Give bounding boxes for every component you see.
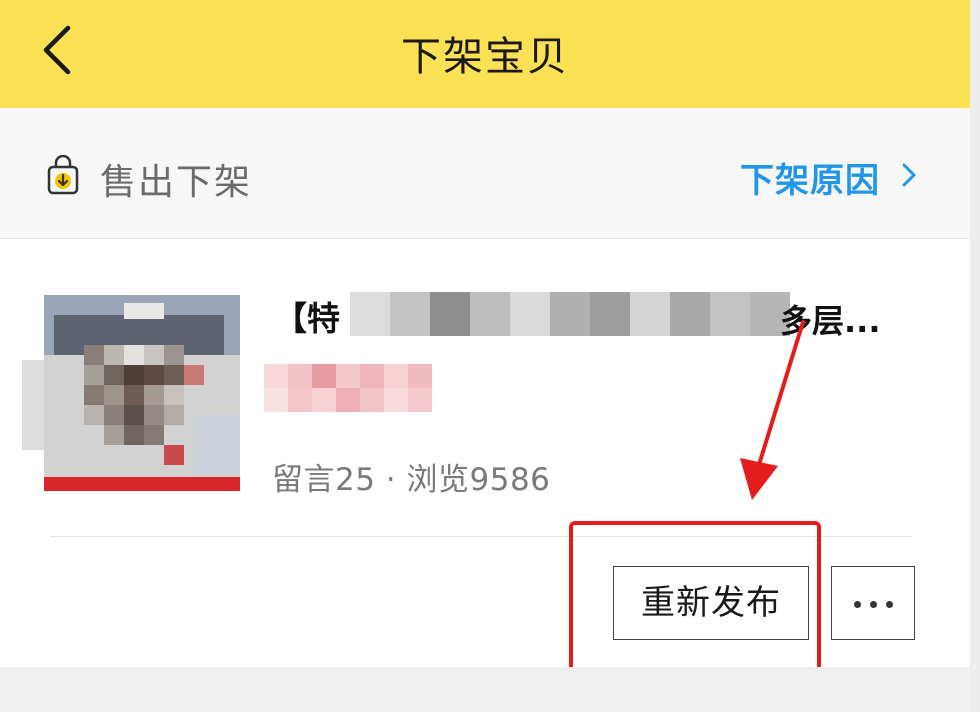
edge-strip: [970, 0, 980, 712]
status-label: 售出下架: [100, 162, 253, 203]
shopping-bag-download-icon: [46, 154, 80, 195]
delist-reason-link[interactable]: 下架原因: [740, 153, 880, 202]
highlight-annotation: [569, 521, 821, 675]
item-stats: 留言25 · 浏览9586: [272, 462, 551, 498]
item-title[interactable]: 【特: [274, 292, 340, 340]
item-title-end[interactable]: 多层...: [780, 296, 880, 342]
page-title: 下架宝贝: [401, 34, 569, 80]
bottom-area: [0, 667, 970, 712]
item-thumbnail[interactable]: [44, 295, 240, 491]
more-button[interactable]: [831, 566, 915, 640]
header-bar: 下架宝贝: [0, 0, 970, 108]
chevron-right-icon[interactable]: [900, 160, 918, 190]
blurred-edge: [22, 360, 44, 450]
